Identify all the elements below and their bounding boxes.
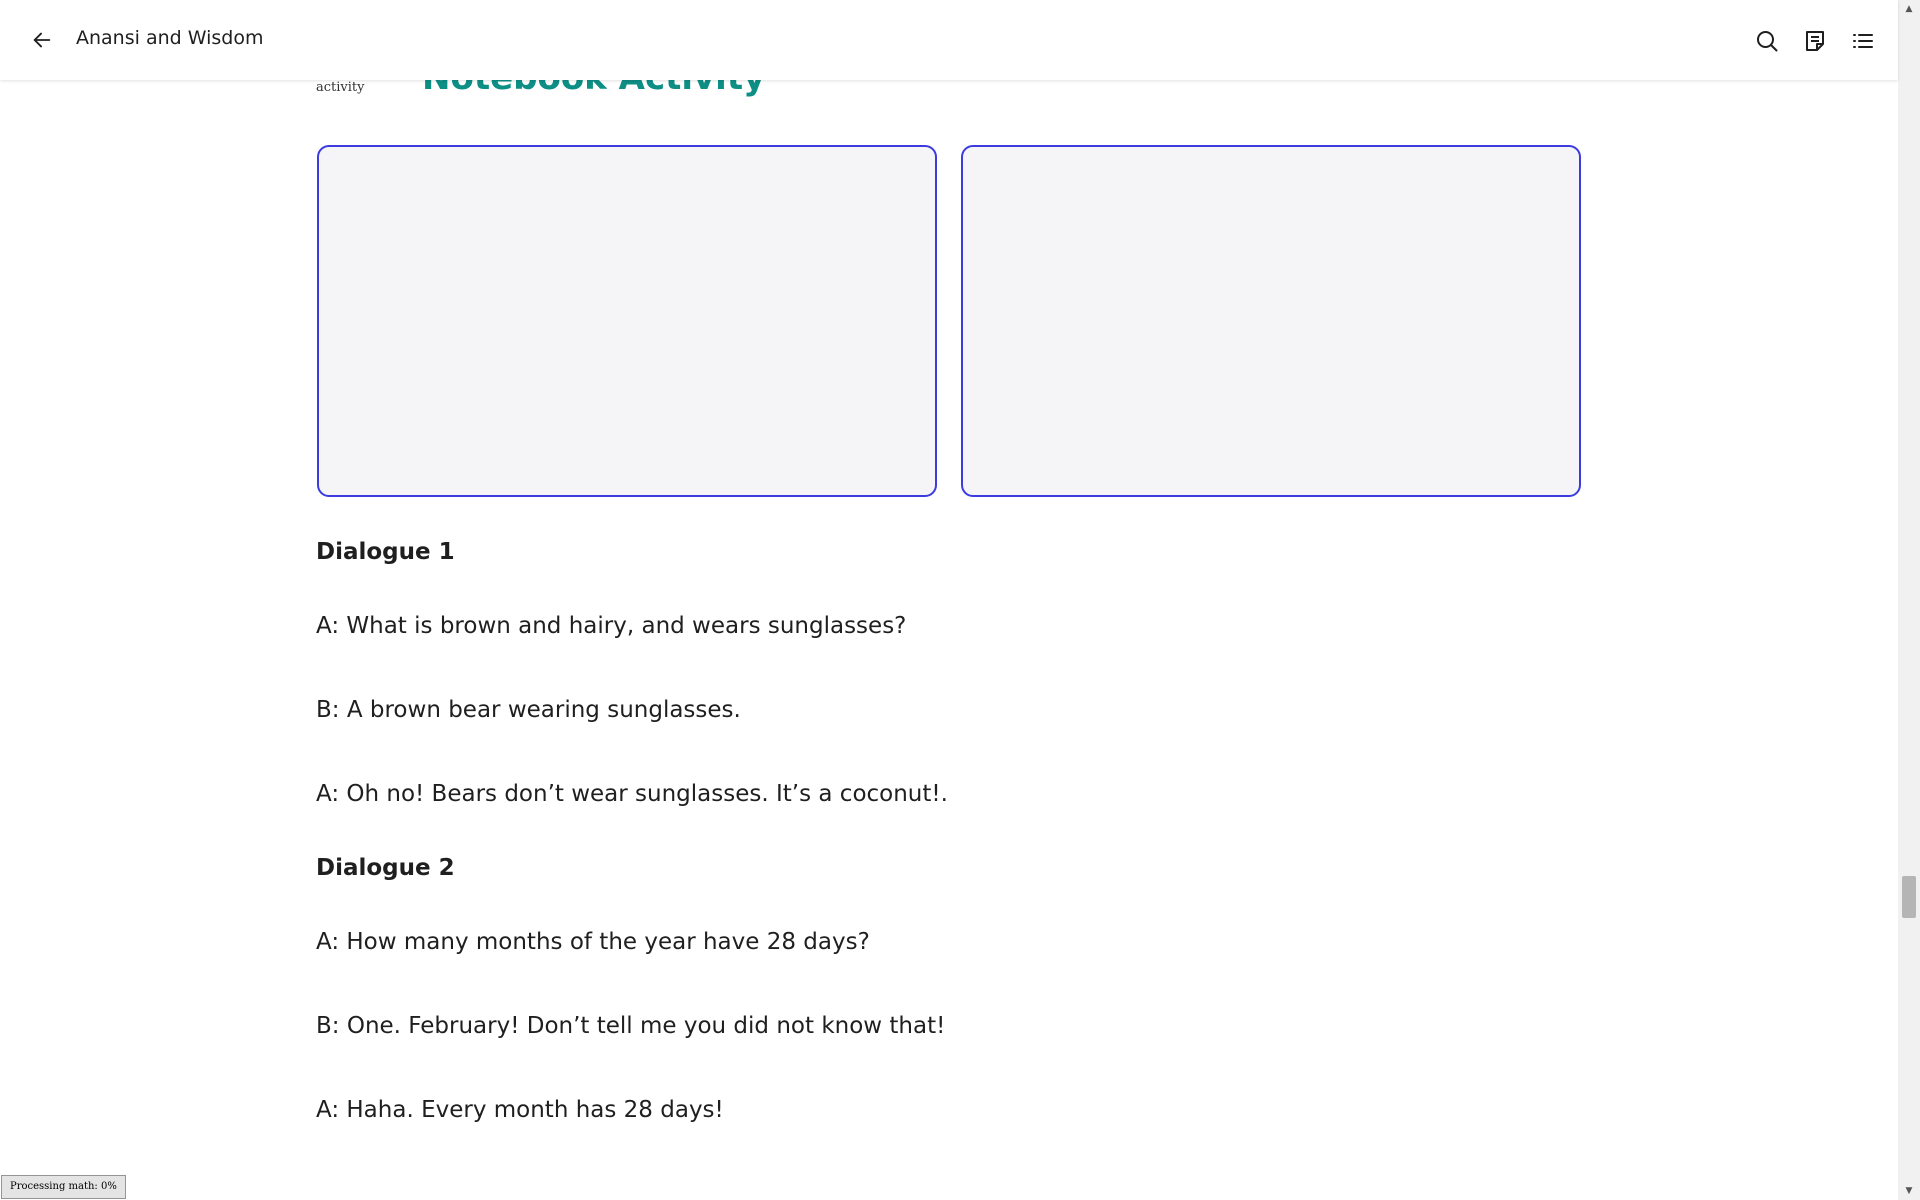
dialogue-1-line-2: B: A brown bear wearing sunglasses. [316, 697, 741, 723]
book-title: Anansi and Wisdom [76, 27, 264, 49]
dialogue-2-line-1: A: How many months of the year have 28 d… [316, 929, 870, 955]
back-button[interactable] [26, 26, 58, 54]
notebook-box-1[interactable] [317, 145, 937, 497]
dialogue-1-line-3: A: Oh no! Bears don’t wear sunglasses. I… [316, 781, 948, 807]
vertical-scrollbar[interactable]: ▲ ▼ [1898, 0, 1920, 1200]
dialogue-1-heading: Dialogue 1 [316, 539, 455, 565]
scrollbar-thumb[interactable] [1902, 876, 1916, 918]
top-bar: Anansi and Wisdom [0, 0, 1898, 80]
dialogue-1-line-1: A: What is brown and hairy, and wears su… [316, 613, 907, 639]
search-button[interactable] [1752, 26, 1782, 56]
dialogue-2-line-2: B: One. February! Don’t tell me you did … [316, 1013, 946, 1039]
dialogue-2-line-3: A: Haha. Every month has 28 days! [316, 1097, 724, 1123]
notes-icon [1806, 31, 1824, 51]
activity-label: activity [316, 80, 365, 95]
table-of-contents-button[interactable] [1848, 26, 1878, 56]
reader-content: activity Notebook Activity Dialogue 1 A:… [0, 0, 1898, 1200]
scroll-down-arrow[interactable]: ▼ [1898, 1182, 1920, 1200]
math-processing-status: Processing math: 0% [1, 1175, 126, 1199]
dialogue-2-heading: Dialogue 2 [316, 855, 455, 881]
scroll-up-arrow[interactable]: ▲ [1898, 0, 1920, 18]
notebook-box-2[interactable] [961, 145, 1581, 497]
table-of-contents-icon [1853, 34, 1873, 48]
notes-button[interactable] [1800, 26, 1830, 56]
search-icon [1757, 31, 1778, 52]
arrow-left-icon [33, 32, 51, 48]
